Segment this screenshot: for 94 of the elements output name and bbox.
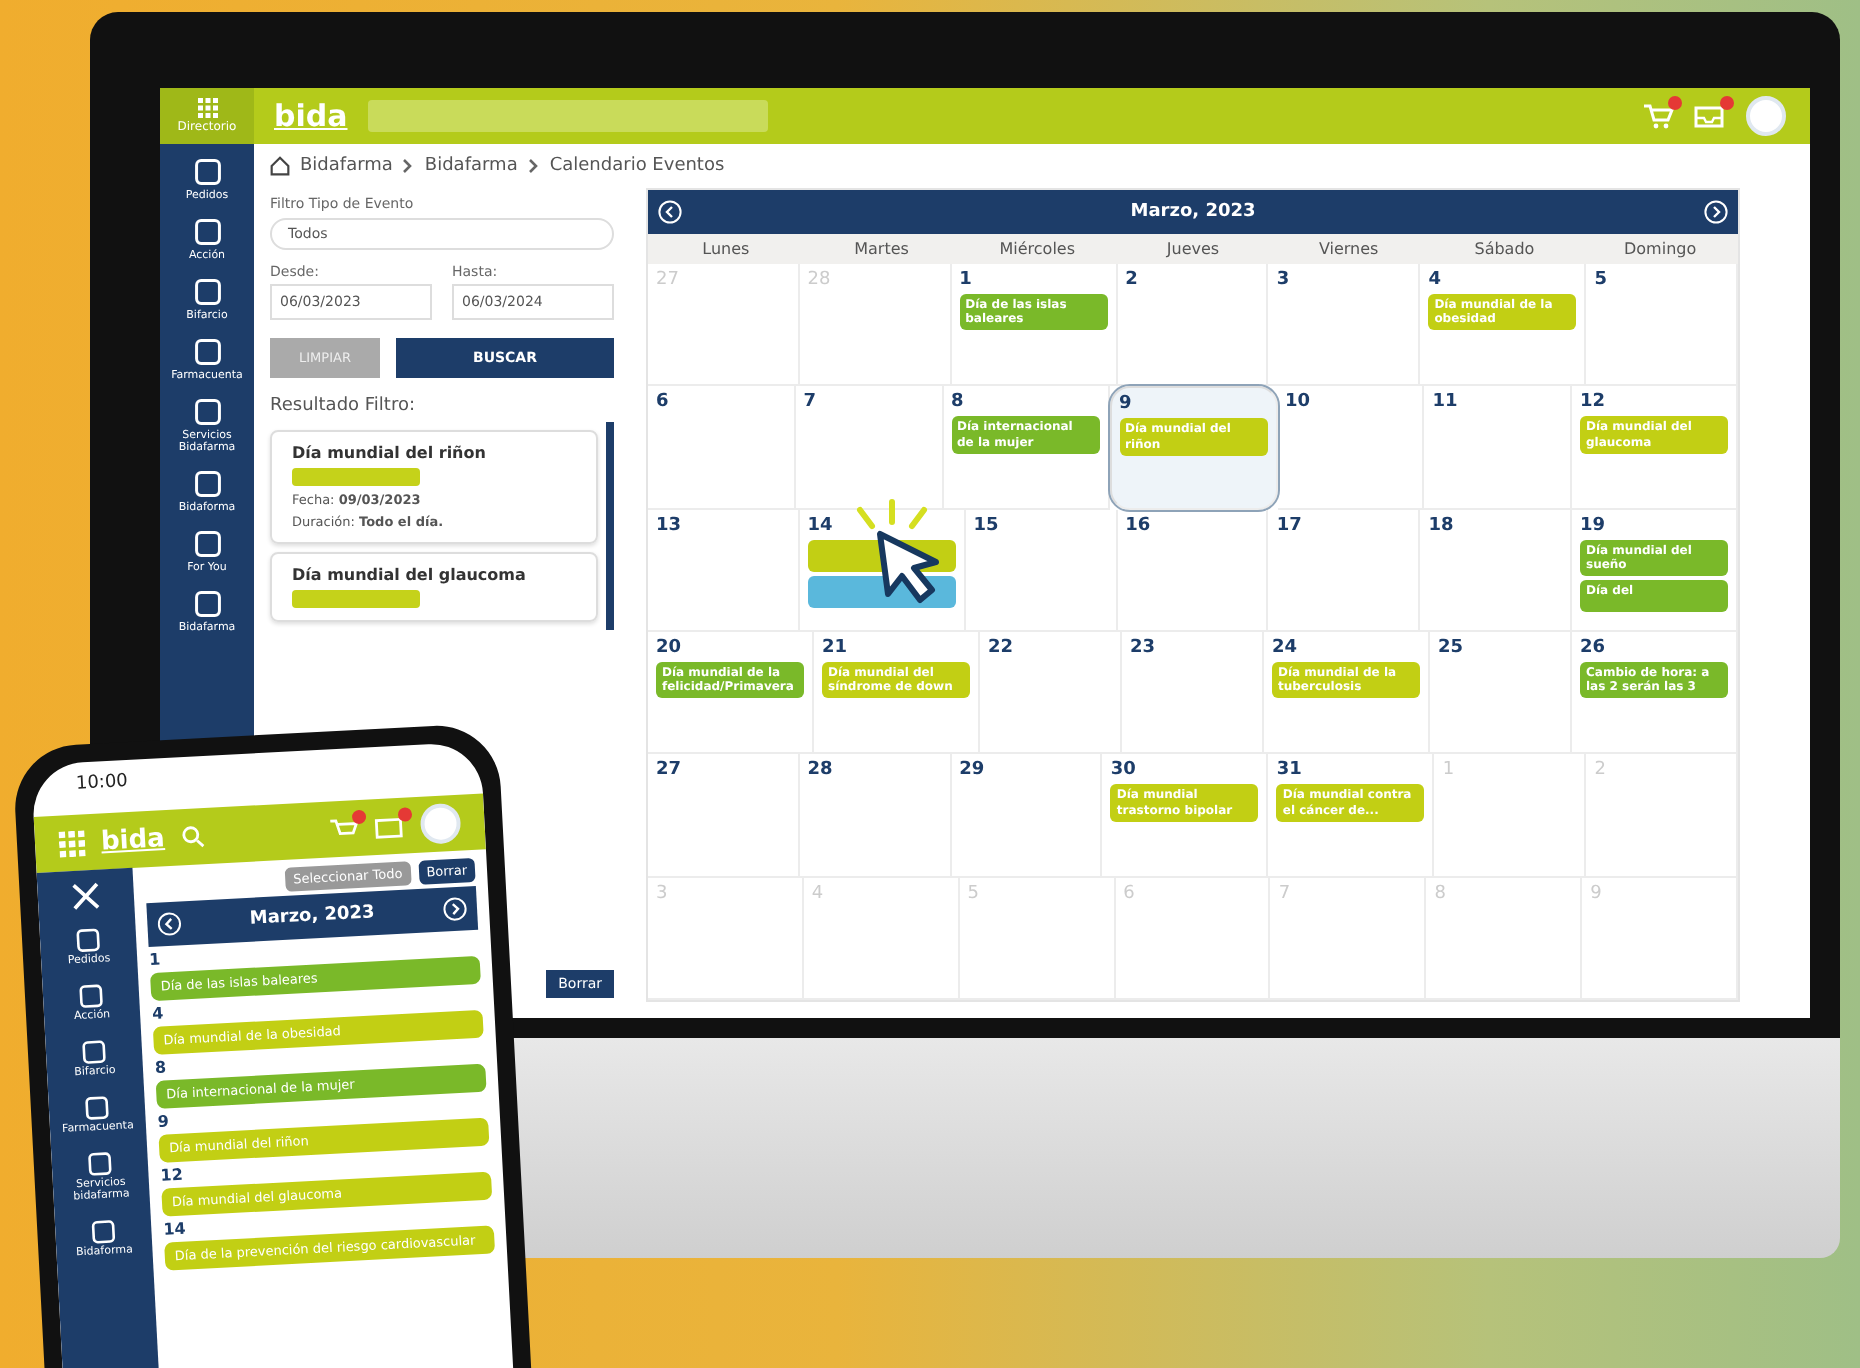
day-number: 29	[959, 760, 985, 781]
day-cell[interactable]: 28	[799, 754, 952, 878]
day-number: 5	[1594, 270, 1607, 290]
chevron-icon	[402, 158, 415, 174]
day-number: 22	[988, 637, 1014, 658]
day-number: 26	[1580, 637, 1606, 658]
weekday-label: Domingo	[1622, 240, 1699, 258]
weekday-label: Lunes	[700, 240, 752, 258]
day-cell[interactable]: 6	[648, 386, 796, 510]
day-number: 4	[1428, 270, 1441, 290]
previous-icon[interactable]	[658, 200, 682, 224]
menu-icon	[191, 396, 223, 428]
day-cell[interactable]: 18	[1420, 509, 1572, 632]
day-number: 15	[973, 515, 999, 536]
day-cell[interactable]: 16	[1117, 509, 1269, 632]
breadcrumb-link[interactable]: Calendario Eventos	[549, 156, 725, 176]
day-number: 21	[822, 637, 848, 658]
day-number: 24	[1272, 637, 1298, 658]
month-title: Marzo, 2023	[1130, 202, 1256, 222]
menu-icon	[85, 1149, 115, 1179]
day-number: 14	[807, 515, 833, 536]
menu-icon	[191, 468, 223, 500]
chevron-icon	[527, 158, 540, 174]
menu-icon	[191, 276, 223, 308]
day-cell[interactable]: 27	[648, 754, 800, 878]
next-icon[interactable]	[442, 896, 468, 922]
menu-icon	[82, 1093, 112, 1123]
day-number: 9	[1119, 394, 1132, 415]
breadcrumb-link[interactable]: Bidafarma	[424, 156, 518, 176]
day-number: 18	[1428, 515, 1454, 536]
inbox-icon[interactable]	[373, 812, 406, 841]
menu-icon	[191, 156, 223, 188]
menu-icon	[191, 588, 223, 620]
menu-icon	[191, 216, 223, 248]
day-number: 3	[1276, 270, 1290, 290]
menu-icon	[191, 336, 223, 368]
day-number: 13	[656, 515, 682, 536]
day-cell[interactable]: 22	[980, 631, 1122, 755]
menu-icon	[76, 981, 106, 1011]
weekday-label: Jueves	[1164, 240, 1222, 258]
day-cell[interactable]: 13	[648, 509, 800, 632]
day-cell[interactable]: 23	[1122, 631, 1264, 755]
day-number: 31	[1276, 760, 1302, 781]
day-number: 6	[656, 392, 669, 413]
day-number: 25	[1438, 637, 1464, 658]
weekday-label: Miércoles	[997, 240, 1078, 258]
menu-icon	[88, 1217, 119, 1247]
day-number: 11	[1432, 392, 1458, 413]
day-number: 12	[1580, 392, 1606, 413]
results-heading: Resultado Filtro:	[270, 396, 417, 416]
category-tag	[292, 468, 420, 486]
day-cell[interactable]: 10	[1277, 386, 1425, 510]
home-icon	[270, 156, 290, 176]
day-number: 8	[951, 392, 964, 413]
day-number: 30	[1110, 760, 1136, 781]
day-number: 10	[1285, 392, 1311, 413]
month-title: Marzo, 2023	[249, 903, 376, 930]
day-number: 28	[807, 760, 833, 781]
day-cell[interactable]: 25	[1430, 631, 1572, 755]
breadcrumb-link[interactable]: Bidafarma	[300, 156, 393, 176]
status-time: 10:00	[75, 772, 129, 795]
day-number: 23	[1130, 637, 1156, 658]
day-cell[interactable]: 11	[1424, 386, 1572, 510]
day-number: 20	[656, 637, 682, 658]
search-field[interactable]	[367, 100, 768, 132]
day-cell[interactable]: 15	[965, 509, 1118, 632]
day-number: 7	[803, 392, 817, 413]
day-cell[interactable]: 5	[1586, 264, 1738, 387]
grid-icon	[197, 98, 217, 118]
menu-icon	[79, 1037, 109, 1067]
day-cell[interactable]: 29	[951, 754, 1103, 878]
day-number: 16	[1125, 515, 1151, 536]
close-icon[interactable]	[71, 881, 101, 912]
weekday-label: Viernes	[1316, 240, 1381, 258]
day-number: 17	[1276, 515, 1302, 536]
category-tag	[292, 590, 420, 608]
day-cell[interactable]: 3	[1268, 264, 1421, 387]
next-icon[interactable]	[1704, 200, 1728, 224]
result-card[interactable]: Día mundial del glaucoma	[270, 552, 598, 622]
day-number: 2	[1125, 270, 1138, 290]
logo: bida	[100, 823, 166, 857]
day-cell[interactable]: 7	[795, 386, 943, 510]
logo: bida	[274, 98, 348, 134]
previous-icon[interactable]	[156, 911, 183, 937]
day-number: 27	[656, 760, 682, 781]
menu-icon	[73, 925, 103, 955]
event-title: Día mundial del riñon	[292, 444, 488, 462]
day-cell[interactable]: 17	[1268, 509, 1421, 632]
menu-icon	[191, 528, 223, 560]
day-number: 19	[1580, 515, 1606, 536]
event-title: Día mundial del glaucoma	[292, 566, 528, 584]
weekday-label: Martes	[852, 240, 911, 258]
weekday-label: Sábado	[1472, 240, 1537, 258]
day-number: 1	[959, 270, 972, 290]
